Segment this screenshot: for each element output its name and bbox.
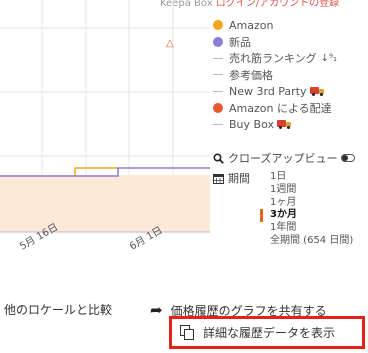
legend-item-list-price[interactable]: 参考価格 (213, 67, 368, 84)
period-options: 1日 1週間 1ヶ月 3か月 1年間 全期間 (654 日間) (260, 171, 353, 248)
period-option-1w[interactable]: 1週間 (260, 184, 353, 197)
calendar-icon (213, 173, 224, 184)
legend-item-new-3rd-party[interactable]: New 3rd Party (213, 83, 368, 100)
closeup-view-label: クローズアップビュー (228, 152, 338, 165)
legend-dash (213, 90, 223, 92)
legend-dot-new (213, 36, 223, 47)
legend-item-buy-box[interactable]: Buy Box (213, 116, 368, 133)
period-heading: 期間 (213, 170, 250, 186)
legend-dot-amazon-delivery (213, 102, 223, 113)
share-arrow-icon: ➦ (150, 301, 163, 319)
period-option-1y[interactable]: 1年間 (260, 222, 353, 235)
chart-legend: Amazon 新品 売れ筋ランキング ↓⁹₁ 参考価格 New 3rd Part… (213, 17, 368, 133)
period-option-1m[interactable]: 1ヶ月 (260, 197, 353, 210)
legend-dash (213, 57, 223, 59)
legend-label: Amazon による配達 (229, 101, 332, 115)
series-amazon-line (74, 167, 118, 176)
closeup-toggle[interactable] (341, 154, 356, 162)
copy-icon (180, 325, 195, 340)
price-area-fill (0, 175, 210, 232)
legend-dot-amazon (213, 20, 223, 31)
price-history-chart: △ 5月 16日 6月 1日 (0, 0, 210, 250)
alert-triangle-icon: △ (166, 38, 174, 49)
series-new-line (0, 167, 210, 177)
show-detailed-history-button[interactable]: 詳細な履歴データを表示 (169, 316, 365, 349)
legend-label: 売れ筋ランキング (229, 52, 317, 66)
legend-item-amazon-delivery[interactable]: Amazon による配達 (213, 100, 368, 117)
truck-icon (309, 86, 324, 96)
legend-item-sales-rank[interactable]: 売れ筋ランキング ↓⁹₁ (213, 50, 368, 67)
header-fragment-link[interactable]: ログイン/アカウントの登録 (216, 0, 339, 9)
period-option-1d[interactable]: 1日 (260, 171, 353, 184)
legend-label: 参考価格 (229, 68, 273, 82)
sort-icon: ↓⁹₁ (320, 52, 338, 64)
period-option-3m[interactable]: 3か月 (260, 209, 353, 223)
legend-label: Amazon (229, 18, 274, 32)
legend-label: New 3rd Party (229, 84, 307, 98)
show-detailed-history-label: 詳細な履歴データを表示 (203, 326, 336, 340)
truck-icon (276, 119, 291, 129)
search-icon (213, 152, 224, 164)
compare-locales-link[interactable]: 他のロケールと比較 (4, 301, 112, 318)
legend-dash (213, 74, 223, 76)
legend-item-new[interactable]: 新品 (213, 34, 368, 51)
legend-item-amazon[interactable]: Amazon (213, 17, 368, 34)
legend-label: 新品 (229, 35, 251, 49)
period-option-all[interactable]: 全期間 (654 日間) (260, 235, 353, 248)
closeup-view-toggle-row[interactable]: クローズアップビュー (213, 150, 356, 166)
legend-dash (213, 123, 223, 125)
legend-label: Buy Box (229, 117, 274, 131)
period-label: 期間 (228, 172, 250, 185)
